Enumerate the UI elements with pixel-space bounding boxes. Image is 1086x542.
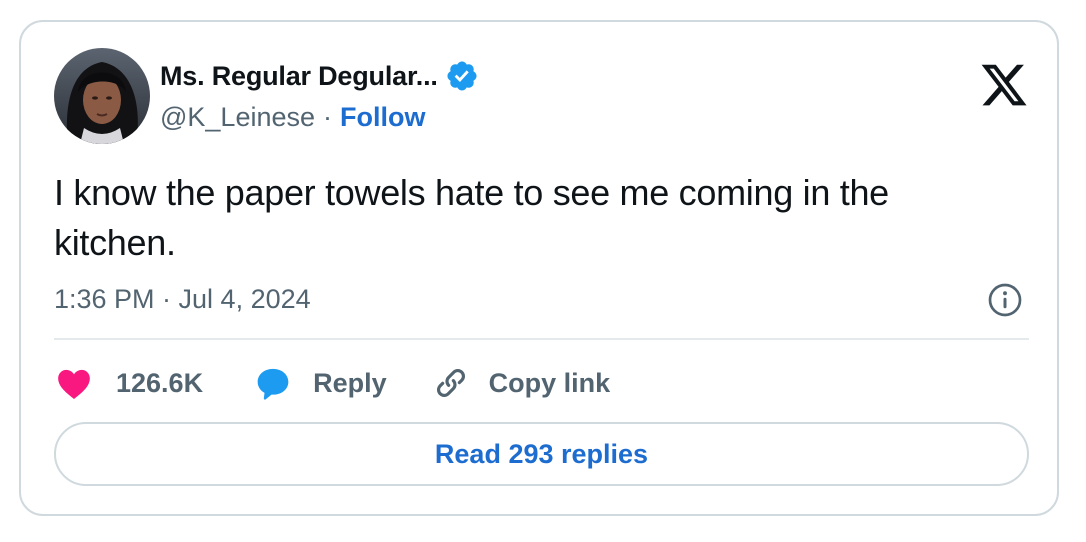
read-replies-button[interactable]: Read 293 replies [54,422,1029,486]
author-name-row: Ms. Regular Degular... [160,58,479,94]
tweet-timestamp[interactable]: 1:36 PM · Jul 4, 2024 [54,282,311,316]
x-logo-icon[interactable] [979,60,1029,110]
author-display-name[interactable]: Ms. Regular Degular... [160,61,438,92]
copy-link-button[interactable]: Copy link [431,363,611,403]
like-count: 126.6K [116,367,204,398]
tweet-text: I know the paper towels hate to see me c… [54,172,889,263]
reply-button[interactable]: Reply [253,363,387,403]
avatar-image [54,48,150,144]
author-handle-row: @K_Leinese · Follow [160,100,426,134]
verified-badge-icon [445,59,479,93]
author-avatar[interactable] [54,48,150,144]
info-icon[interactable] [987,282,1023,318]
action-bar: 126.6K Reply Copy link [54,358,610,408]
copy-link-label: Copy link [488,367,611,398]
author-handle[interactable]: @K_Leinese [160,102,315,133]
heart-icon [54,363,94,403]
link-icon [431,363,471,403]
divider [54,338,1029,340]
follow-button[interactable]: Follow [340,102,425,133]
reply-bubble-icon [253,363,293,403]
handle-separator: · [323,101,333,132]
reply-label: Reply [313,367,387,398]
tweet-embed-card: Ms. Regular Degular... @K_Leinese · Foll… [19,20,1059,516]
like-button[interactable]: 126.6K [54,363,203,403]
